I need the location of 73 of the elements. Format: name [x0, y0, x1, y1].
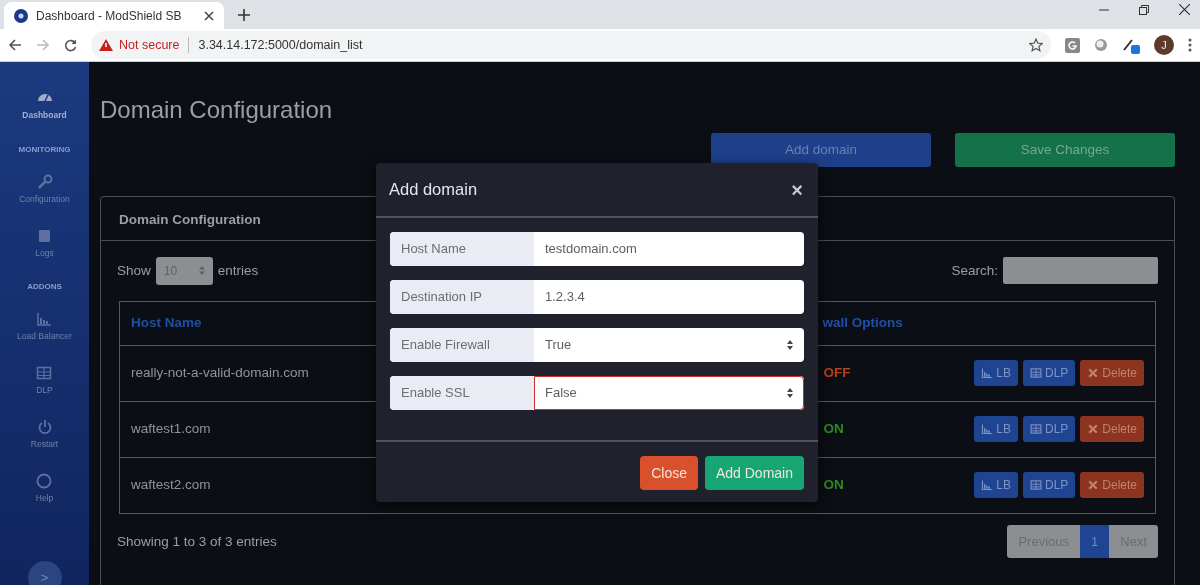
table-icon: [1029, 367, 1042, 380]
field-label: Destination IP: [390, 280, 534, 314]
delete-button[interactable]: Delete: [1080, 360, 1144, 387]
dlp-button[interactable]: DLP: [1022, 416, 1076, 443]
warning-icon: [99, 39, 113, 51]
bar-chart-icon: [981, 423, 994, 436]
security-label: Not secure: [119, 36, 180, 54]
sidebar-item[interactable]: DLP: [36, 365, 53, 397]
bar-chart-icon: [36, 311, 53, 328]
x-icon: [1087, 423, 1100, 436]
tab-title: Dashboard - ModShield SB: [36, 7, 183, 25]
lb-button[interactable]: LB: [974, 472, 1018, 499]
field-label: Enable SSL: [390, 376, 534, 410]
sidebar-item[interactable]: Dashboard: [22, 90, 67, 122]
sort-arrows-icon: [787, 388, 793, 398]
sidebar-heading: MONITORING: [18, 143, 71, 156]
table-icon: [36, 365, 53, 381]
field-label: Host Name: [390, 232, 534, 266]
table-icon: [1029, 479, 1042, 492]
sidebar-item[interactable]: Logs: [35, 227, 54, 260]
close-icon[interactable]: [1179, 4, 1190, 15]
delete-button[interactable]: Delete: [1080, 472, 1144, 499]
address-bar[interactable]: Not secure 3.34.14.172:5000/domain_list: [91, 31, 1051, 59]
entries-label: entries: [217, 261, 259, 280]
x-icon: [1087, 367, 1100, 380]
add-domain-button[interactable]: Add domain: [711, 132, 931, 167]
sidebar-heading: ADDONS: [27, 281, 62, 294]
lb-button[interactable]: LB: [974, 416, 1018, 443]
search-field[interactable]: [1003, 257, 1158, 285]
bar-chart-icon: [981, 367, 994, 380]
sidebar-item[interactable]: Help: [35, 472, 54, 505]
table-info: Showing 1 to 3 of 3 entries: [117, 532, 277, 551]
save-button[interactable]: Save Changes: [955, 132, 1175, 167]
menu-icon[interactable]: [1188, 38, 1192, 52]
x-icon: [1087, 479, 1100, 492]
power-icon: [36, 418, 53, 435]
sidebar-toggle[interactable]: >: [27, 561, 62, 585]
back-icon[interactable]: [8, 39, 22, 51]
show-label: Show: [117, 261, 151, 280]
status-text: OFF: [823, 364, 851, 383]
close-icon[interactable]: [204, 10, 214, 21]
add-domain-button[interactable]: Add Domain: [704, 456, 804, 490]
bar-chart-icon: [981, 479, 994, 492]
extension-icon[interactable]: [1094, 38, 1108, 52]
close-button[interactable]: Close: [640, 456, 698, 490]
pagination-button[interactable]: 1: [1080, 525, 1110, 559]
sort-arrows-icon: [198, 266, 205, 276]
site-icon: [14, 8, 28, 23]
sidebar-item[interactable]: Restart: [30, 418, 59, 451]
dlp-button[interactable]: DLP: [1022, 360, 1076, 387]
table-icon: [1029, 423, 1042, 436]
select-field[interactable]: False: [534, 376, 804, 410]
restore-icon[interactable]: [1139, 5, 1149, 15]
dlp-button[interactable]: DLP: [1022, 472, 1076, 499]
field-label: Enable Firewall: [390, 328, 534, 362]
new-tab-icon[interactable]: [238, 9, 250, 21]
url-text: 3.34.14.172:5000/domain_list: [198, 36, 363, 54]
help-icon: [36, 472, 53, 489]
status-text: ON: [823, 476, 844, 495]
delete-button[interactable]: Delete: [1080, 416, 1144, 443]
sidebar-item[interactable]: Configuration: [19, 173, 70, 206]
wrench-icon: [36, 173, 53, 190]
lb-button[interactable]: LB: [974, 360, 1018, 387]
search-label: Search:: [951, 261, 998, 280]
star-icon[interactable]: [1029, 38, 1043, 52]
sort-arrows-icon: [787, 340, 793, 350]
browser-tab[interactable]: Dashboard - ModShield SB: [4, 2, 224, 29]
extension-icon[interactable]: [1065, 37, 1080, 53]
avatar[interactable]: J: [1154, 35, 1174, 55]
sidebar-item[interactable]: Load Balancer: [17, 311, 72, 343]
reload-icon[interactable]: [64, 38, 77, 52]
status-text: ON: [823, 420, 844, 439]
page-title: Domain Configuration: [100, 96, 334, 125]
